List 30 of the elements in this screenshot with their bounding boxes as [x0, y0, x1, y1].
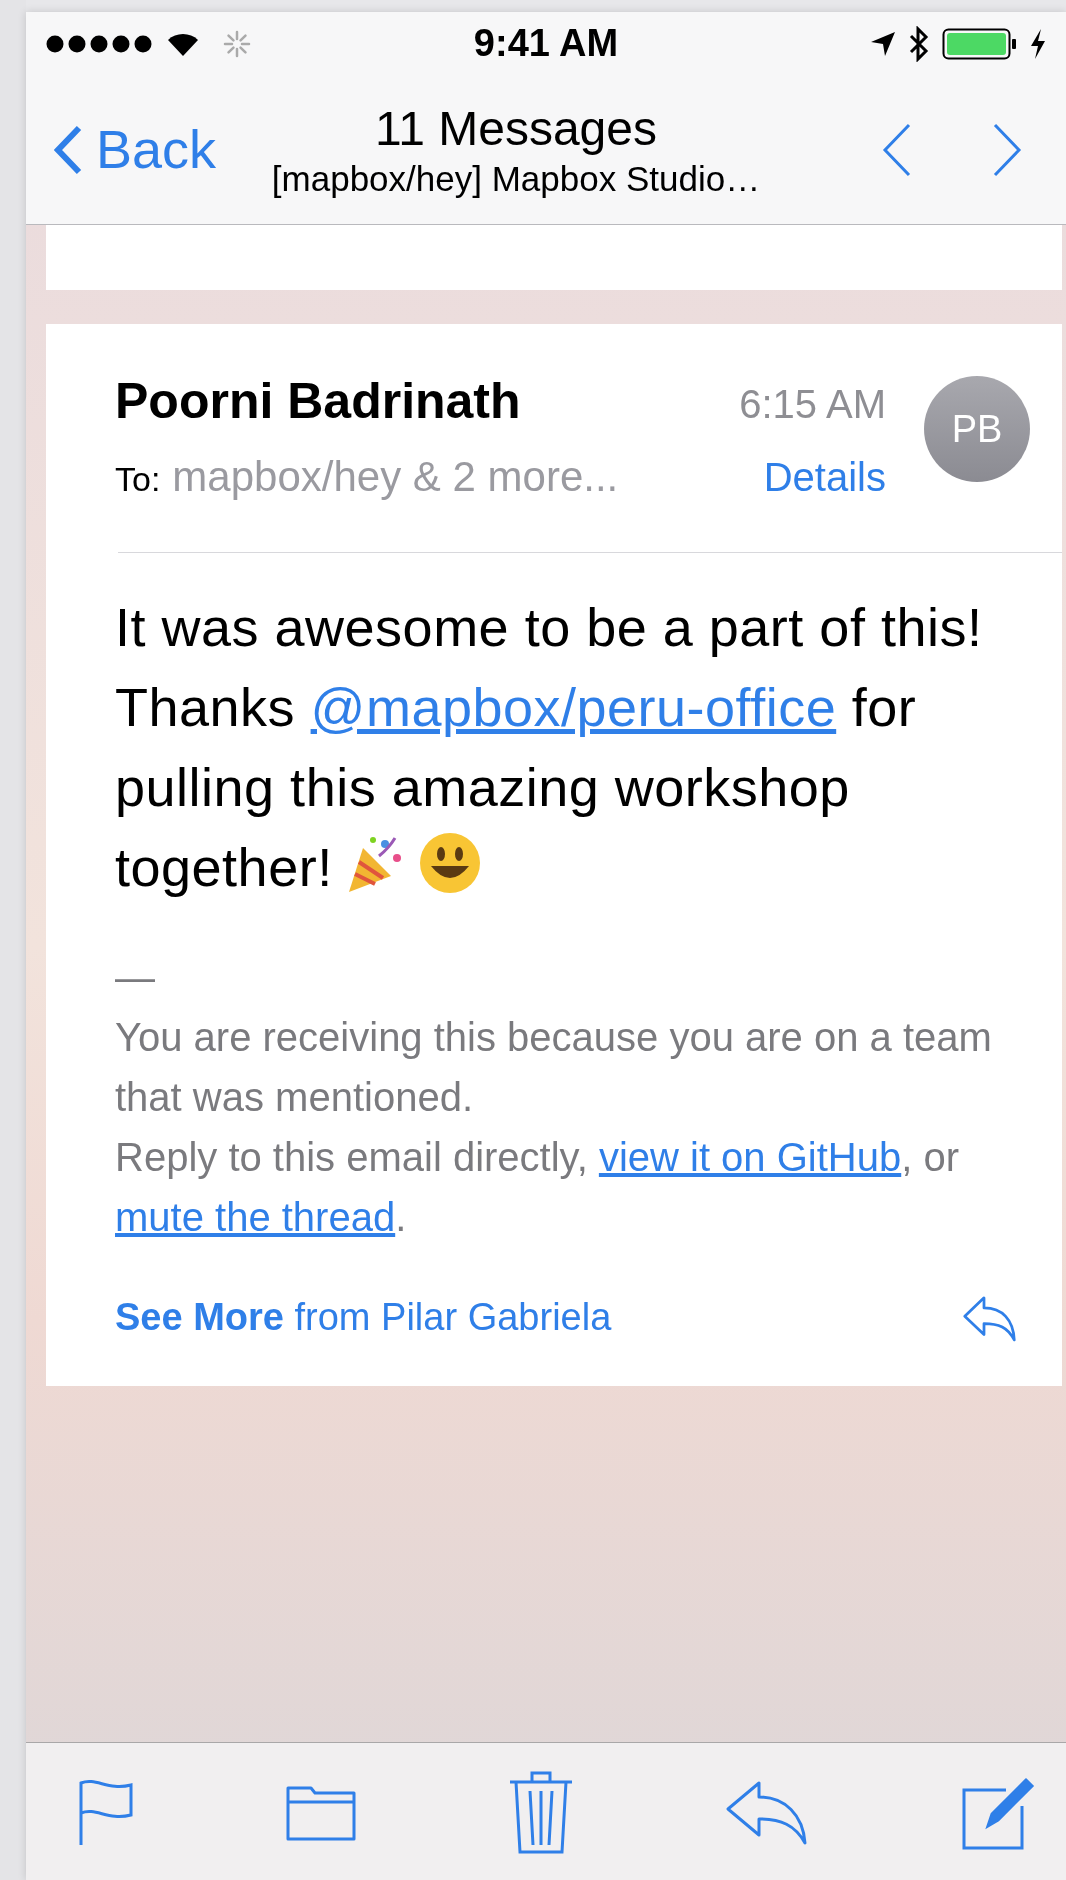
back-chevron-icon	[54, 124, 82, 175]
thread-title: 11 Messages	[375, 100, 657, 157]
location-arrow-icon	[870, 30, 896, 57]
sender-name: Poorni Badrinath	[115, 372, 521, 431]
loading-spinner-icon	[222, 28, 252, 59]
sender-avatar: PB	[924, 376, 1030, 482]
next-message-icon[interactable]	[992, 122, 1022, 177]
reply-instructions: Reply to this email directly, view it on GitHub, or mute the thread.	[115, 1134, 960, 1241]
battery-icon	[942, 27, 1018, 60]
reply-icon[interactable]	[962, 1293, 1017, 1342]
bluetooth-icon	[908, 25, 930, 62]
details-link[interactable]: Details	[763, 447, 886, 507]
recipients: mapbox/hey & 2 more...	[172, 452, 619, 502]
message-body: It was awesome to be a part of this! Thanks @mapbox/peru-office for pulling this amazing workshop together!	[115, 596, 984, 899]
previous-message-icon[interactable]	[882, 122, 912, 177]
to-label: To:	[115, 459, 161, 500]
charging-bolt-icon	[1030, 28, 1046, 59]
smiley-icon	[418, 832, 481, 894]
back-button[interactable]: Back	[54, 109, 217, 190]
message-time: 6:15 AM	[739, 381, 886, 428]
text-link[interactable]: view it on GitHub	[598, 1135, 902, 1179]
notice-text: You are receiving this because you are on a team that was mentioned.	[115, 1014, 993, 1121]
mention-link[interactable]: @mapbox/peru-office	[310, 677, 837, 737]
status-time: 9:41 AM	[473, 21, 619, 66]
separator-dash: —	[115, 954, 155, 1001]
flag-icon[interactable]	[78, 1778, 134, 1845]
thread-subject: [mapbox/hey] Mapbox Studio…	[271, 157, 761, 200]
signal-icon	[46, 34, 154, 53]
text-link[interactable]: mute the thread	[115, 1195, 396, 1239]
see-more-link[interactable]: See More from Pilar Gabriela	[115, 1289, 612, 1346]
